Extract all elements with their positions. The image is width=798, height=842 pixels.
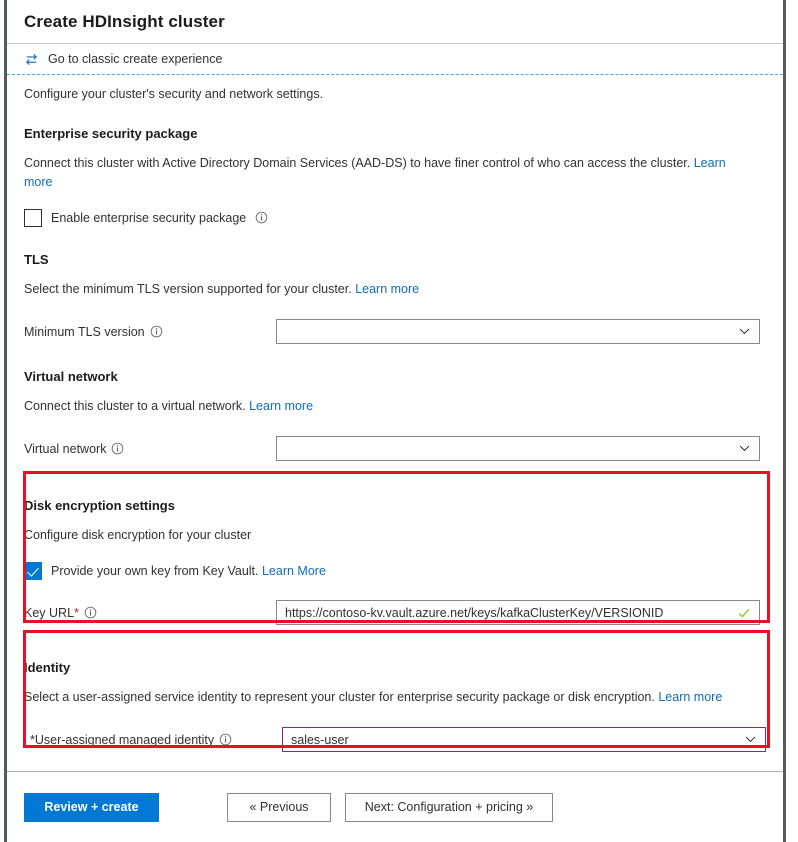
previous-button[interactable]: « Previous [227, 792, 331, 822]
info-icon[interactable] [150, 325, 163, 338]
identity-heading: Identity [24, 660, 71, 675]
provide-own-key-row[interactable]: Provide your own key from Key Vault. Lea… [24, 562, 766, 580]
user-assigned-managed-identity-dropdown[interactable]: sales-user [282, 727, 766, 752]
classic-link-label: Go to classic create experience [48, 52, 223, 66]
enable-enterprise-security-label: Enable enterprise security package [51, 211, 268, 225]
go-to-classic-create-experience-link[interactable]: Go to classic create experience [24, 52, 222, 67]
user-assigned-managed-identity-value: sales-user [291, 732, 349, 747]
tls-description: Select the minimum TLS version supported… [24, 280, 754, 299]
tls-description-text: Select the minimum TLS version supported… [24, 282, 352, 296]
identity-description-text: Select a user-assigned service identity … [24, 690, 655, 704]
identity-learn-more-link[interactable]: Learn more [658, 690, 722, 704]
page-title: Create HDInsight cluster [24, 11, 225, 31]
enterprise-security-description-text: Connect this cluster with Active Directo… [24, 156, 691, 170]
user-assigned-managed-identity-label: *User-assigned managed identity [24, 733, 282, 747]
disk-encryption-description: Configure disk encryption for your clust… [24, 528, 252, 542]
chevron-down-icon [739, 445, 750, 452]
tls-learn-more-link[interactable]: Learn more [355, 282, 419, 296]
review-create-button[interactable]: Review + create [24, 792, 159, 822]
disk-encryption-heading: Disk encryption settings [24, 498, 175, 513]
blade-content: Configure your cluster's security and ne… [7, 75, 783, 752]
key-url-label: Key URL * [24, 605, 276, 620]
enterprise-security-heading: Enterprise security package [24, 126, 198, 141]
tls-heading: TLS [24, 252, 49, 267]
virtual-network-dropdown[interactable] [276, 436, 760, 461]
intro-text: Configure your cluster's security and ne… [24, 87, 324, 101]
provide-own-key-label: Provide your own key from Key Vault. Lea… [51, 564, 326, 578]
virtual-network-learn-more-link[interactable]: Learn more [249, 399, 313, 413]
user-assigned-managed-identity-row: *User-assigned managed identity sales-us… [24, 727, 766, 752]
chevron-down-icon [745, 736, 756, 743]
enable-enterprise-security-row[interactable]: Enable enterprise security package [24, 209, 766, 227]
virtual-network-heading: Virtual network [24, 369, 118, 384]
key-url-row: Key URL * https://contoso-kv.vault.azure… [24, 600, 766, 625]
info-icon[interactable] [111, 442, 124, 455]
chevron-down-icon [739, 328, 750, 335]
minimum-tls-version-label: Minimum TLS version [24, 325, 276, 339]
next-button[interactable]: Next: Configuration + pricing » [345, 792, 553, 822]
screenshot-root: Create HDInsight cluster Go to classic c… [0, 0, 798, 842]
info-icon[interactable] [219, 733, 232, 746]
disk-encryption-learn-more-link[interactable]: Learn More [262, 564, 326, 578]
minimum-tls-version-row: Minimum TLS version [24, 319, 766, 344]
create-hdinsight-blade: Create HDInsight cluster Go to classic c… [4, 0, 786, 842]
identity-description: Select a user-assigned service identity … [24, 688, 754, 707]
virtual-network-label: Virtual network [24, 442, 276, 456]
check-valid-icon [738, 608, 750, 618]
info-icon[interactable] [84, 606, 97, 619]
virtual-network-row: Virtual network [24, 436, 766, 461]
virtual-network-description-text: Connect this cluster to a virtual networ… [24, 399, 246, 413]
swap-arrows-icon [26, 53, 37, 65]
info-icon[interactable] [255, 211, 268, 224]
virtual-network-description: Connect this cluster to a virtual networ… [24, 397, 754, 416]
enable-enterprise-security-checkbox[interactable] [24, 209, 42, 227]
wizard-footer: Review + create « Previous Next: Configu… [7, 771, 783, 842]
enterprise-security-description: Connect this cluster with Active Directo… [24, 154, 754, 192]
command-bar: Go to classic create experience [7, 44, 783, 75]
provide-own-key-checkbox[interactable] [24, 562, 42, 580]
blade-header: Create HDInsight cluster [7, 0, 783, 44]
required-marker: * [74, 605, 80, 620]
minimum-tls-version-dropdown[interactable] [276, 319, 760, 344]
key-url-value: https://contoso-kv.vault.azure.net/keys/… [285, 605, 664, 620]
key-url-input[interactable]: https://contoso-kv.vault.azure.net/keys/… [276, 600, 760, 625]
